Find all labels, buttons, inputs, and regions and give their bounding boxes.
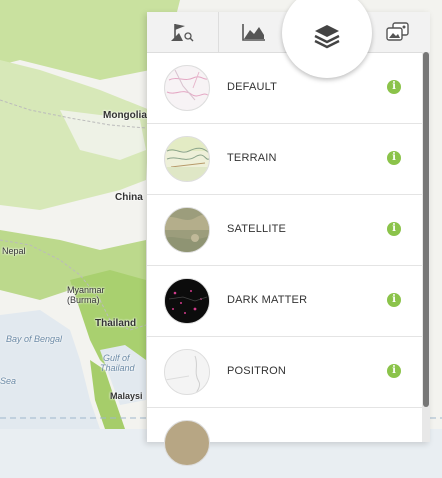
info-icon[interactable]: i	[387, 80, 401, 94]
basemap-label: DEFAULT	[227, 81, 278, 93]
next-thumbnail	[164, 420, 210, 466]
layers-icon	[314, 25, 340, 49]
map-label-gulf-of: Gulf of	[103, 353, 130, 363]
layers-panel: DEFAULT i TERRAIN i SATELLITE i DARK MAT…	[147, 0, 430, 466]
basemap-label: DARK MATTER	[227, 294, 308, 306]
map-label-nepal: Nepal	[2, 246, 26, 256]
basemap-label: TERRAIN	[227, 152, 277, 164]
basemap-item-partial[interactable]	[147, 408, 422, 478]
map-label-burma: (Burma)	[67, 295, 100, 305]
map-label-malaysia: Malaysi	[110, 391, 143, 401]
basemap-label: POSITRON	[227, 365, 287, 377]
tab-location-search[interactable]	[147, 12, 217, 52]
map-label-gulf-thailand: Thailand	[100, 363, 135, 373]
dark-matter-thumbnail	[164, 278, 210, 324]
panel-toolbar	[147, 0, 430, 78]
basemap-item-dark-matter[interactable]: DARK MATTER i	[147, 266, 422, 337]
image-stack-icon	[386, 22, 409, 41]
map-label-thailand: Thailand	[95, 318, 137, 329]
info-icon[interactable]: i	[387, 293, 401, 307]
scrollbar-thumb[interactable]	[423, 52, 429, 407]
basemap-item-terrain[interactable]: TERRAIN i	[147, 124, 422, 195]
tab-gallery[interactable]	[373, 12, 423, 52]
basemap-list: DEFAULT i TERRAIN i SATELLITE i DARK MAT…	[147, 53, 422, 478]
satellite-thumbnail	[164, 207, 210, 253]
default-thumbnail	[164, 65, 210, 111]
basemap-label: SATELLITE	[227, 223, 287, 235]
map-label-china: China	[115, 192, 143, 203]
basemap-item-default[interactable]: DEFAULT i	[147, 53, 422, 124]
scrollbar[interactable]	[422, 52, 430, 442]
map-label-bay-of-bengal: Bay of Bengal	[6, 334, 63, 344]
basemap-item-positron[interactable]: POSITRON i	[147, 337, 422, 408]
tab-analysis[interactable]	[219, 12, 289, 52]
chart-area-icon	[242, 24, 265, 41]
flag-search-icon	[171, 24, 194, 42]
terrain-thumbnail	[164, 136, 210, 182]
info-icon[interactable]: i	[387, 151, 401, 165]
map-label-sea: Sea	[0, 376, 17, 386]
map-label-myanmar: Myanmar	[67, 285, 105, 295]
basemap-item-satellite[interactable]: SATELLITE i	[147, 195, 422, 266]
positron-thumbnail	[164, 349, 210, 395]
map-label-mongolia: Mongolia	[103, 110, 147, 121]
info-icon[interactable]: i	[387, 364, 401, 378]
info-icon[interactable]: i	[387, 222, 401, 236]
